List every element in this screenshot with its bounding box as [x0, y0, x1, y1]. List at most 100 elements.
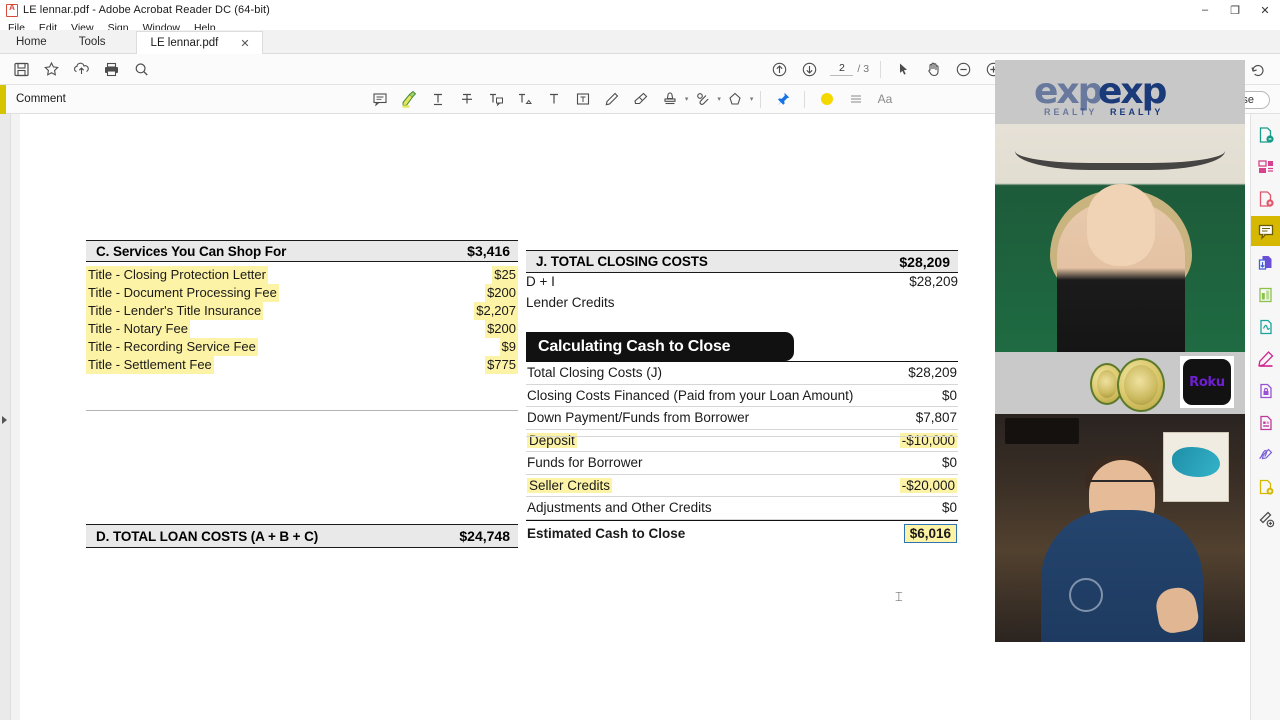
cash-row-value: -$10,000 — [899, 432, 957, 448]
adobe-sign-icon[interactable] — [1251, 312, 1280, 342]
cash-row-value: $0 — [941, 500, 957, 516]
fee-row: Title - Recording Service Fee $9 — [86, 338, 518, 356]
combine-files-icon[interactable] — [1251, 248, 1280, 278]
next-page-icon[interactable] — [794, 54, 824, 85]
section-c-header: C. Services You Can Shop For $3,416 — [86, 240, 518, 262]
section-d-amount: $24,748 — [459, 528, 510, 544]
section-j-header: J. TOTAL CLOSING COSTS $28,209 — [526, 250, 958, 273]
create-pdf-icon[interactable] — [1251, 184, 1280, 214]
minimize-button[interactable]: – — [1190, 0, 1220, 20]
replace-text-icon[interactable] — [482, 85, 511, 114]
page-total-label: / 3 — [857, 63, 870, 75]
section-c-amount: $3,416 — [467, 243, 510, 259]
pin-icon[interactable] — [768, 85, 797, 114]
maximize-button[interactable]: ❐ — [1220, 0, 1250, 20]
roku-logo: Roku — [1180, 356, 1234, 408]
expand-pane-icon[interactable] — [2, 416, 7, 424]
lion-medallion-large-icon — [1117, 358, 1165, 412]
fee-row: Title - Settlement Fee $775 — [86, 356, 518, 374]
more-tools-icon[interactable] — [1251, 504, 1280, 534]
section-j-amount: $28,209 — [899, 253, 950, 270]
j-row-label: D + I — [526, 274, 555, 289]
certificates-icon[interactable] — [1251, 408, 1280, 438]
document-viewport[interactable]: C. Services You Can Shop For $3,416 Titl… — [20, 114, 1020, 720]
sticky-note-icon[interactable] — [366, 85, 395, 114]
tab-tools[interactable]: Tools — [63, 30, 122, 54]
cash-row-label: Adjustments and Other Credits — [527, 500, 712, 516]
fill-and-sign-icon[interactable] — [1251, 440, 1280, 470]
rotate-icon[interactable] — [1242, 54, 1272, 85]
window-title: LE lennar.pdf - Adobe Acrobat Reader DC … — [23, 4, 270, 16]
fee-row: Title - Closing Protection Letter $25 — [86, 266, 518, 284]
save-icon[interactable] — [6, 54, 36, 85]
tab-document[interactable]: LE lennar.pdf ✕ — [135, 30, 263, 55]
presenter-2-logo-badge — [1069, 578, 1103, 612]
add-shape-icon[interactable] — [721, 85, 750, 114]
font-size-icon[interactable]: Aa — [870, 85, 899, 114]
text-cursor-icon: ⌶ — [895, 589, 903, 604]
tab-home[interactable]: Home — [0, 30, 63, 54]
section-j-rows: D + I $28,209 Lender Credits — [526, 274, 958, 316]
close-window-button[interactable]: ✕ — [1250, 0, 1280, 20]
toolbar-divider — [880, 60, 882, 78]
close-icon[interactable]: ✕ — [240, 37, 249, 50]
comment-divider-2 — [804, 90, 806, 108]
attach-file-icon[interactable] — [688, 85, 717, 114]
highlight-text-icon[interactable] — [395, 85, 424, 114]
window-controls: – ❐ ✕ — [1190, 0, 1280, 20]
estimated-cash-to-close-label: Estimated Cash to Close — [527, 525, 686, 541]
send-for-comments-icon[interactable] — [1251, 472, 1280, 502]
j-row-label: Lender Credits — [526, 295, 615, 310]
add-to-favorites-icon[interactable] — [36, 54, 66, 85]
cash-row-value: $28,209 — [908, 365, 957, 381]
stamp-icon[interactable] — [656, 85, 685, 114]
cash-row: Funds for Borrower $0 — [526, 452, 958, 475]
estimated-cash-to-close-row: Estimated Cash to Close $6,016 — [526, 519, 958, 546]
add-text-icon[interactable] — [540, 85, 569, 114]
hand-tool-icon[interactable] — [918, 54, 948, 85]
protect-icon[interactable] — [1251, 376, 1280, 406]
print-icon[interactable] — [96, 54, 126, 85]
zoom-out-icon[interactable] — [948, 54, 978, 85]
ceiling-fan-decor — [1015, 132, 1225, 170]
compress-pdf-icon[interactable] — [1251, 280, 1280, 310]
fee-value: $2,207 — [474, 302, 518, 320]
cash-row-value: $0 — [941, 455, 957, 471]
line-thickness-icon[interactable] — [841, 85, 870, 114]
export-pdf-icon[interactable] — [1251, 120, 1280, 150]
comment-divider — [760, 90, 762, 108]
cash-row: Closing Costs Financed (Paid from your L… — [526, 385, 958, 407]
strikethrough-text-icon[interactable] — [453, 85, 482, 114]
page-navigation: 2 / 3 — [830, 62, 869, 76]
fee-row: Title - Document Processing Fee $200 — [86, 284, 518, 302]
cash-row-label: Closing Costs Financed (Paid from your L… — [527, 387, 854, 403]
page-number-input[interactable]: 2 — [830, 62, 854, 76]
fee-value: $775 — [485, 356, 518, 374]
cash-row-label: Deposit — [527, 432, 577, 448]
redact-icon[interactable] — [1251, 344, 1280, 374]
cash-row: Total Closing Costs (J) $28,209 — [526, 362, 958, 385]
previous-page-icon[interactable] — [764, 54, 794, 85]
comment-panel-title: Comment — [16, 93, 66, 105]
select-tool-icon[interactable] — [888, 54, 918, 85]
text-box-icon[interactable] — [569, 85, 598, 114]
comment-icon[interactable] — [1250, 216, 1280, 246]
presenter-1-face — [1087, 184, 1155, 266]
section-c-divider — [86, 410, 518, 411]
shape-chevron-icon[interactable]: ▾ — [750, 95, 754, 103]
upload-icon[interactable] — [66, 54, 96, 85]
acrobat-reader-window: LE lennar.pdf - Adobe Acrobat Reader DC … — [0, 0, 1280, 720]
organize-pages-icon[interactable] — [1251, 152, 1280, 182]
tv-decor — [1005, 418, 1079, 444]
color-swatch-icon[interactable] — [812, 85, 841, 114]
j-row-value: $28,209 — [909, 274, 958, 289]
acrobat-app-icon — [6, 3, 18, 17]
eraser-icon[interactable] — [627, 85, 656, 114]
exp-brand-ghost: exp — [1034, 71, 1103, 112]
insert-text-icon[interactable] — [511, 85, 540, 114]
draw-freehand-icon[interactable] — [598, 85, 627, 114]
cash-to-close-table: Total Closing Costs (J) $28,209 Closing … — [526, 361, 958, 546]
left-navigation-rail[interactable] — [0, 114, 11, 720]
search-icon[interactable] — [126, 54, 156, 85]
underline-text-icon[interactable] — [424, 85, 453, 114]
